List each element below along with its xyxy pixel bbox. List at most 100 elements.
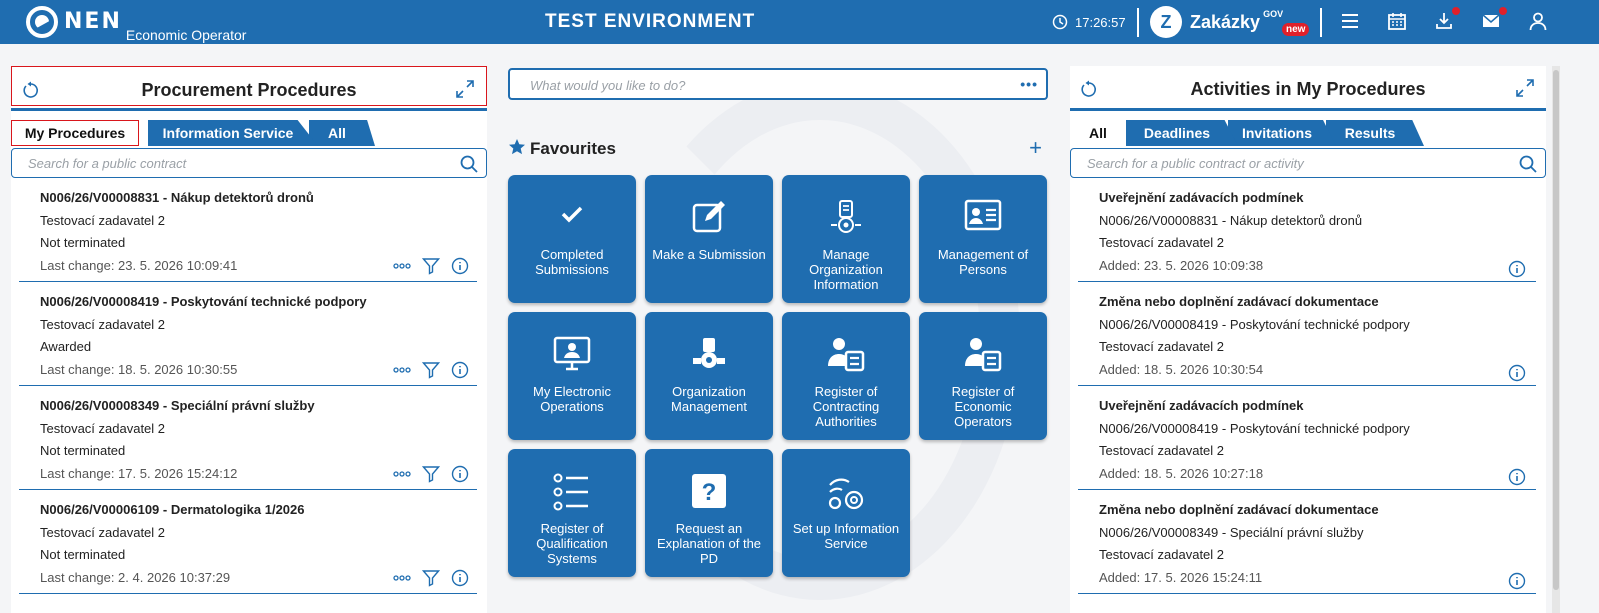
tab-my-procedures[interactable]: My Procedures [11, 120, 139, 146]
mail-icon[interactable] [1481, 7, 1507, 33]
tile-register-economic-operators[interactable]: Register of Economic Operators [919, 312, 1047, 440]
activity-list-item[interactable]: Změna nebo doplnění zadávací dokumentace… [1078, 282, 1536, 386]
broadcast-gear-icon [828, 478, 864, 510]
tab-deadlines[interactable]: Deadlines [1126, 120, 1238, 146]
tile-set-up-information-service[interactable]: Set up Information Service [782, 449, 910, 577]
action-search-input[interactable]: What would you like to do? ••• [508, 68, 1048, 100]
environment-title: TEST ENVIRONMENT [545, 11, 756, 32]
info-icon[interactable] [1508, 572, 1526, 590]
download-icon[interactable] [1434, 7, 1460, 33]
page-scrollbar[interactable] [1552, 66, 1560, 613]
procedure-list-item[interactable]: N006/26/V00008419 - Poskytování technick… [19, 282, 477, 386]
tab-all[interactable]: All [1070, 120, 1126, 146]
activity-title[interactable]: Uveřejnění zadávacích podmínek [1099, 190, 1303, 205]
added-date: Added: 18. 5. 2026 10:27:18 [1099, 466, 1264, 481]
tile-label: My Electronic [532, 384, 612, 399]
tab-information-service[interactable]: Information Service [148, 120, 318, 146]
activity-search-input[interactable]: Search for a public contract or activity [1070, 148, 1546, 178]
monitor-user-icon [553, 336, 591, 371]
tab-results[interactable]: Results [1326, 120, 1424, 146]
tile-request-explanation[interactable]: ? Request an Explanation of the PD [645, 449, 773, 577]
expand-icon[interactable] [1516, 79, 1534, 97]
tile-label: Service [824, 536, 868, 551]
activity-list-item[interactable]: Změna nebo doplnění zadávací dokumentace… [1078, 490, 1536, 594]
info-icon[interactable] [451, 569, 469, 587]
activity-list-item[interactable]: Uveřejnění zadávacích podmínek N006/26/V… [1078, 386, 1536, 490]
procedure-list-item[interactable]: N006/26/V00008349 - Speciální právní slu… [19, 386, 477, 490]
procedure-list-item[interactable]: N006/26/V00006109 - Dermatologika 1/2026… [19, 490, 477, 594]
tile-label: Operations [540, 399, 604, 414]
info-icon[interactable] [451, 465, 469, 483]
activity-procedure: N006/26/V00008419 - Poskytování technick… [1099, 421, 1410, 436]
more-icon[interactable] [393, 574, 411, 582]
search-placeholder: Search for a public contract or activity [1087, 156, 1304, 171]
tile-register-contracting-authorities[interactable]: Register of Contracting Authorities [782, 312, 910, 440]
procedure-status: Not terminated [40, 235, 126, 250]
procedure-list-item[interactable]: N006/26/V00008831 - Nákup detektorů dron… [19, 178, 477, 282]
tile-management-of-persons[interactable]: Management of Persons [919, 175, 1047, 303]
zakazky-gov-link[interactable]: Z Zakázky GOV new [1150, 6, 1310, 38]
id-card-icon [964, 199, 1002, 231]
info-icon[interactable] [1508, 364, 1526, 382]
more-icon[interactable] [393, 262, 411, 270]
panel-header: Procurement Procedures [11, 66, 487, 106]
panel-divider [11, 108, 487, 111]
panel-header: Activities in My Procedures [1070, 66, 1546, 106]
svg-text:?: ? [702, 479, 717, 506]
tile-completed-submissions[interactable]: Completed Submissions [508, 175, 636, 303]
procedure-status: Not terminated [40, 547, 126, 562]
filter-icon[interactable] [422, 257, 440, 275]
tile-register-qualification-systems[interactable]: Register of Qualification Systems [508, 449, 636, 577]
activity-title[interactable]: Změna nebo doplnění zadávací dokumentace [1099, 294, 1379, 309]
procedure-title[interactable]: N006/26/V00008419 - Poskytování technick… [40, 294, 367, 309]
edit-icon [692, 201, 725, 233]
list-icon [553, 473, 588, 511]
more-icon[interactable] [393, 366, 411, 374]
tab-all[interactable]: All [309, 120, 375, 146]
organization-settings-icon [831, 200, 861, 233]
more-icon[interactable] [393, 470, 411, 478]
added-date: Added: 17. 5. 2026 15:24:11 [1099, 570, 1263, 585]
info-icon[interactable] [1508, 260, 1526, 278]
tile-manage-organization-information[interactable]: Manage Organization Information [782, 175, 910, 303]
activity-list-item[interactable]: Uveřejnění zadávacích podmínek N006/26/V… [1078, 178, 1536, 282]
activity-procedure: N006/26/V00008419 - Poskytování technick… [1099, 317, 1410, 332]
info-icon[interactable] [451, 257, 469, 275]
calendar-icon[interactable] [1387, 11, 1409, 33]
panel-title: Procurement Procedures [141, 80, 357, 100]
procurement-procedures-panel: Procurement Procedures All Information S… [11, 66, 487, 613]
person-register-icon [828, 338, 865, 372]
tile-label: Contracting [812, 399, 880, 414]
tile-organization-management[interactable]: Organization Management [645, 312, 773, 440]
favourites-header: Favourites + [508, 135, 1048, 165]
activity-title[interactable]: Uveřejnění zadávacích podmínek [1099, 398, 1303, 413]
action-search-placeholder: What would you like to do? [530, 78, 686, 93]
procedure-title[interactable]: N006/26/V00006109 - Dermatologika 1/2026 [40, 502, 305, 517]
search-icon[interactable] [460, 155, 478, 173]
tile-label: Register of [814, 384, 878, 399]
procedure-title[interactable]: N006/26/V00008349 - Speciální právní slu… [40, 398, 315, 413]
tile-make-submission[interactable]: Make a Submission [645, 175, 773, 303]
expand-icon[interactable] [456, 80, 474, 98]
nen-logo[interactable]: NEN Economic Operator [26, 6, 246, 43]
filter-icon[interactable] [422, 465, 440, 483]
tile-label: Request an [675, 521, 743, 536]
activity-title[interactable]: Změna nebo doplnění zadávací dokumentace [1099, 502, 1379, 517]
session-clock: 17:26:57 [1052, 14, 1126, 30]
menu-icon[interactable] [1340, 11, 1362, 33]
scrollbar-thumb[interactable] [1553, 70, 1559, 590]
user-icon[interactable] [1528, 11, 1550, 33]
procedure-search-input[interactable]: Search for a public contract [11, 148, 487, 178]
info-icon[interactable] [451, 361, 469, 379]
more-options-icon[interactable]: ••• [1020, 76, 1038, 92]
filter-icon[interactable] [422, 569, 440, 587]
tile-my-electronic-operations[interactable]: My Electronic Operations [508, 312, 636, 440]
filter-icon[interactable] [422, 361, 440, 379]
clock-time: 17:26:57 [1075, 14, 1126, 30]
activity-tabs: Results Invitations Deadlines All [1070, 120, 1546, 146]
search-icon[interactable] [1519, 155, 1537, 173]
procedure-title[interactable]: N006/26/V00008831 - Nákup detektorů dron… [40, 190, 314, 205]
add-favourite-icon[interactable]: + [1029, 135, 1042, 161]
tab-invitations[interactable]: Invitations [1228, 120, 1336, 146]
info-icon[interactable] [1508, 468, 1526, 486]
